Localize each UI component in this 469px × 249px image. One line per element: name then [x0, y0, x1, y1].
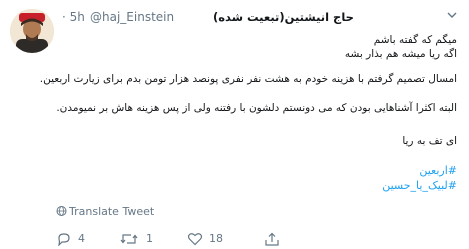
retweet-icon	[120, 234, 138, 244]
share-icon	[265, 232, 279, 246]
tweet-text-line: البته اکثرا آشناهایی بودن که می دونستم د…	[56, 102, 457, 114]
user-handle[interactable]: @haj_Einstein	[90, 8, 174, 26]
like-count: 18	[209, 232, 223, 245]
tweet-text-line: اگه ریا میشه هم بذار بشه	[344, 48, 457, 60]
hashtag-link[interactable]: #اربعین	[419, 164, 457, 178]
translate-label: Translate Tweet	[69, 205, 155, 218]
user-display-name[interactable]: حاج انیشتین(تبعیت شده)	[213, 8, 354, 26]
globe-icon	[56, 205, 67, 221]
reply-icon	[58, 233, 70, 246]
chevron-down-icon[interactable]	[445, 8, 459, 26]
retweet-count: 1	[146, 232, 153, 245]
tweet-text-line: میگم که گفته باشم	[373, 34, 457, 46]
tweet-timestamp[interactable]: · 5h	[62, 8, 85, 26]
tweet-text-line: ای تف به ریا	[402, 135, 457, 147]
avatar[interactable]	[10, 9, 54, 53]
hashtag-link[interactable]: #لبیک_یا_حسین	[382, 179, 457, 193]
reply-count: 4	[78, 232, 85, 245]
tweet-text-line: امسال تصمیم گرفتم با هزینه خودم به هشت ن…	[39, 73, 457, 85]
heart-icon	[187, 233, 203, 246]
tweet-header: · 5h @haj_Einstein حاج انیشتین(تبعیت شده…	[62, 8, 459, 26]
avatar-image	[10, 9, 54, 53]
